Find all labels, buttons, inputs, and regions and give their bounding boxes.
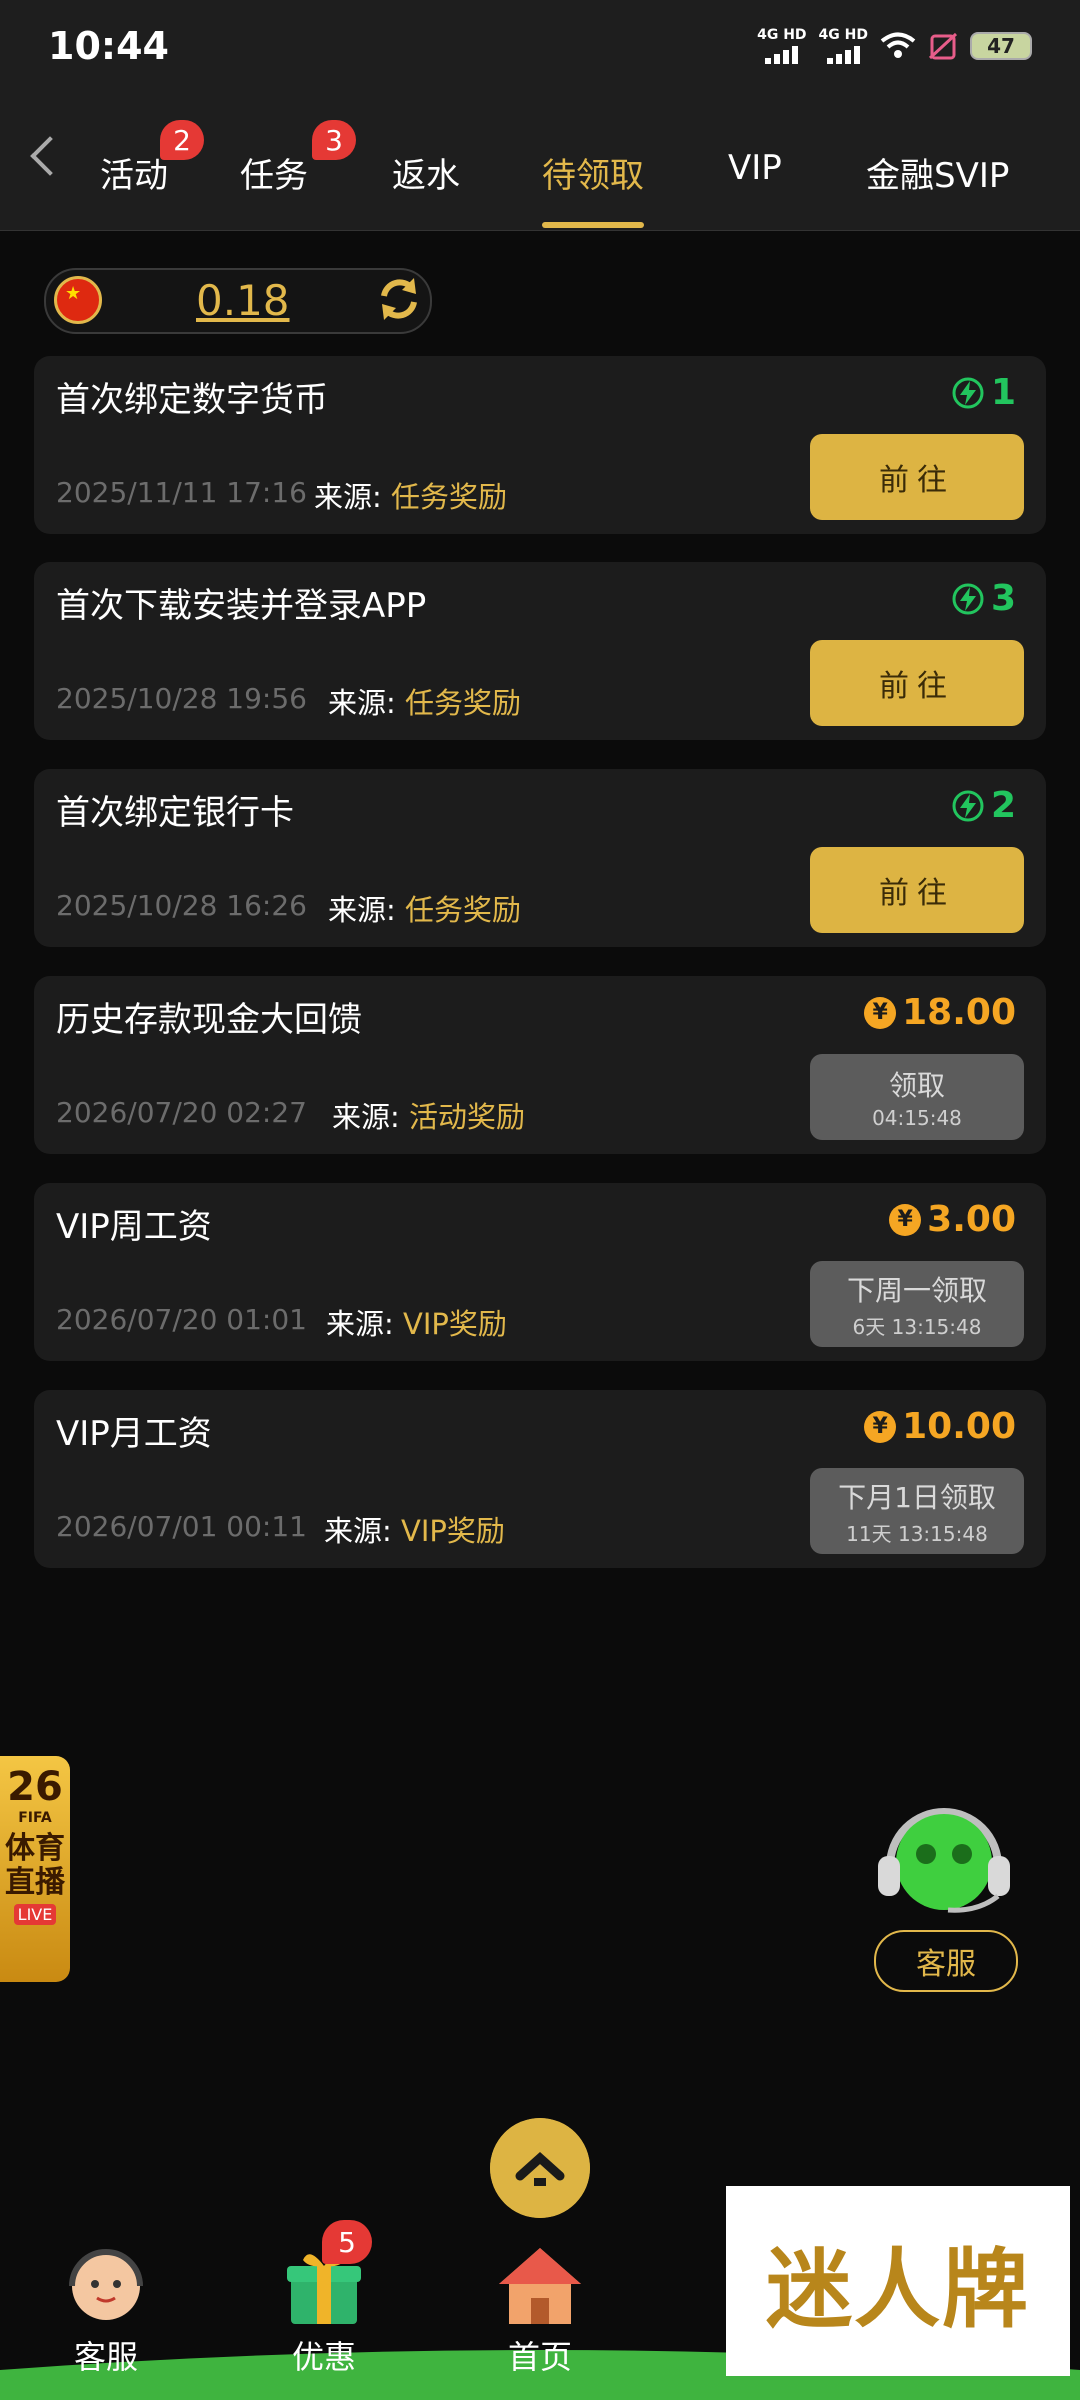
yen-coin-icon: ¥	[864, 996, 897, 1029]
customer-service-avatar-icon[interactable]	[868, 1796, 1020, 1916]
tab-activity-badge: 2	[160, 120, 204, 160]
status-icons: 4G HD 4G HD 47	[757, 28, 1032, 64]
lightning-icon	[952, 583, 984, 614]
go-button[interactable]: 前往	[810, 640, 1024, 726]
reward-title: 历史存款现金大回馈	[56, 1000, 362, 1040]
active-tab-indicator	[542, 222, 644, 228]
status-time: 10:44	[48, 24, 169, 68]
reward-source: 来源: 任务奖励	[328, 686, 522, 720]
tab-rebate[interactable]: 返水	[392, 148, 460, 197]
nav-customer-service[interactable]: 客服	[36, 2242, 176, 2378]
countdown: 6天 13:15:48	[852, 1314, 982, 1339]
tab-pending[interactable]: 待领取	[542, 148, 644, 197]
reward-amount: 3	[951, 578, 1016, 619]
home-icon	[499, 2248, 581, 2324]
refresh-icon[interactable]	[374, 274, 424, 324]
no-sim-icon	[928, 32, 958, 60]
live-badge: LIVE	[13, 1904, 57, 1925]
reward-card: 首次绑定数字货币 1 2025/11/11 17:16 来源: 任务奖励 前往	[34, 356, 1046, 534]
promotions-badge: 5	[322, 2220, 372, 2264]
reward-amount: 2	[951, 785, 1016, 826]
yen-coin-icon: ¥	[889, 1203, 922, 1236]
reward-card: VIP周工资 ¥ 3.00 2026/07/20 01:01 来源: VIP奖励…	[34, 1183, 1046, 1361]
countdown: 04:15:48	[872, 1106, 962, 1130]
claim-next-week-button[interactable]: 下周一领取 6天 13:15:48	[810, 1261, 1024, 1347]
yen-coin-icon: ¥	[864, 1410, 897, 1443]
reward-card: VIP月工资 ¥ 10.00 2026/07/01 00:11 来源: VIP奖…	[34, 1390, 1046, 1568]
tab-bar: 活动 2 任务 3 返水 待领取 VIP 金融SVIP	[0, 100, 1080, 231]
reward-title: 首次下载安装并登录APP	[56, 586, 427, 626]
reward-title: VIP周工资	[56, 1207, 212, 1247]
reward-source: 来源: 活动奖励	[332, 1100, 526, 1134]
customer-service-button[interactable]: 客服	[874, 1930, 1018, 1992]
countdown: 11天 13:15:48	[846, 1521, 988, 1546]
reward-amount: 1	[951, 372, 1016, 413]
reward-card: 首次下载安装并登录APP 3 2025/10/28 19:56 来源: 任务奖励…	[34, 562, 1046, 740]
wifi-icon	[880, 32, 916, 58]
scroll-top-icon[interactable]	[490, 2118, 590, 2218]
lightning-icon	[952, 377, 984, 408]
back-arrow-icon[interactable]	[30, 136, 70, 176]
reward-date: 2026/07/20 02:27	[56, 1096, 307, 1129]
reward-source: 来源: VIP奖励	[326, 1307, 507, 1341]
sports-live-banner[interactable]: 26 FIFA 体育直播 LIVE	[0, 1756, 70, 1982]
tab-tasks-badge: 3	[312, 120, 356, 160]
reward-source: 来源: VIP奖励	[324, 1514, 505, 1548]
lightning-icon	[952, 790, 984, 821]
battery-icon: 47	[970, 32, 1032, 60]
tab-finance-svip[interactable]: 金融SVIP	[866, 148, 1009, 197]
reward-date: 2026/07/01 00:11	[56, 1510, 307, 1543]
reward-date: 2026/07/20 01:01	[56, 1303, 307, 1336]
watermark-logo: 迷人牌	[726, 2186, 1070, 2376]
reward-title: 首次绑定银行卡	[56, 793, 294, 833]
balance-pill: ★ 0.18	[44, 268, 432, 334]
fifa-logo: FIFA	[18, 1810, 52, 1826]
tab-vip[interactable]: VIP	[728, 148, 782, 188]
reward-title: VIP月工资	[56, 1414, 212, 1454]
support-face-icon	[69, 2249, 143, 2320]
reward-card: 首次绑定银行卡 2 2025/10/28 16:26 来源: 任务奖励 前往	[34, 769, 1046, 947]
reward-title: 首次绑定数字货币	[56, 380, 328, 420]
claim-next-month-button[interactable]: 下月1日领取 11天 13:15:48	[810, 1468, 1024, 1554]
reward-source: 来源: 任务奖励	[314, 480, 508, 514]
signal-icon: 4G HD	[757, 28, 807, 64]
banner-text: 体育直播	[5, 1831, 65, 1900]
reward-amount: ¥ 10.00	[864, 1406, 1016, 1447]
banner-number: 26	[7, 1764, 63, 1810]
reward-date: 2025/11/11 17:16	[56, 476, 307, 509]
claim-button[interactable]: 领取 04:15:48	[810, 1054, 1024, 1140]
tab-tasks[interactable]: 任务	[240, 148, 308, 197]
signal-icon: 4G HD	[819, 28, 868, 64]
reward-amount: ¥ 3.00	[889, 1199, 1016, 1240]
go-button[interactable]: 前往	[810, 434, 1024, 520]
status-bar: 10:44 4G HD 4G HD 47	[0, 0, 1080, 100]
reward-date: 2025/10/28 16:26	[56, 889, 307, 922]
go-button[interactable]: 前往	[810, 847, 1024, 933]
nav-home[interactable]: 首页	[470, 2242, 610, 2378]
reward-date: 2025/10/28 19:56	[56, 682, 307, 715]
balance-value[interactable]: 0.18	[196, 276, 290, 325]
china-flag-icon: ★	[54, 276, 102, 324]
reward-amount: ¥ 18.00	[864, 992, 1016, 1033]
reward-source: 来源: 任务奖励	[328, 893, 522, 927]
reward-card: 历史存款现金大回馈 ¥ 18.00 2026/07/20 02:27 来源: 活…	[34, 976, 1046, 1154]
tab-activity[interactable]: 活动	[100, 148, 168, 197]
